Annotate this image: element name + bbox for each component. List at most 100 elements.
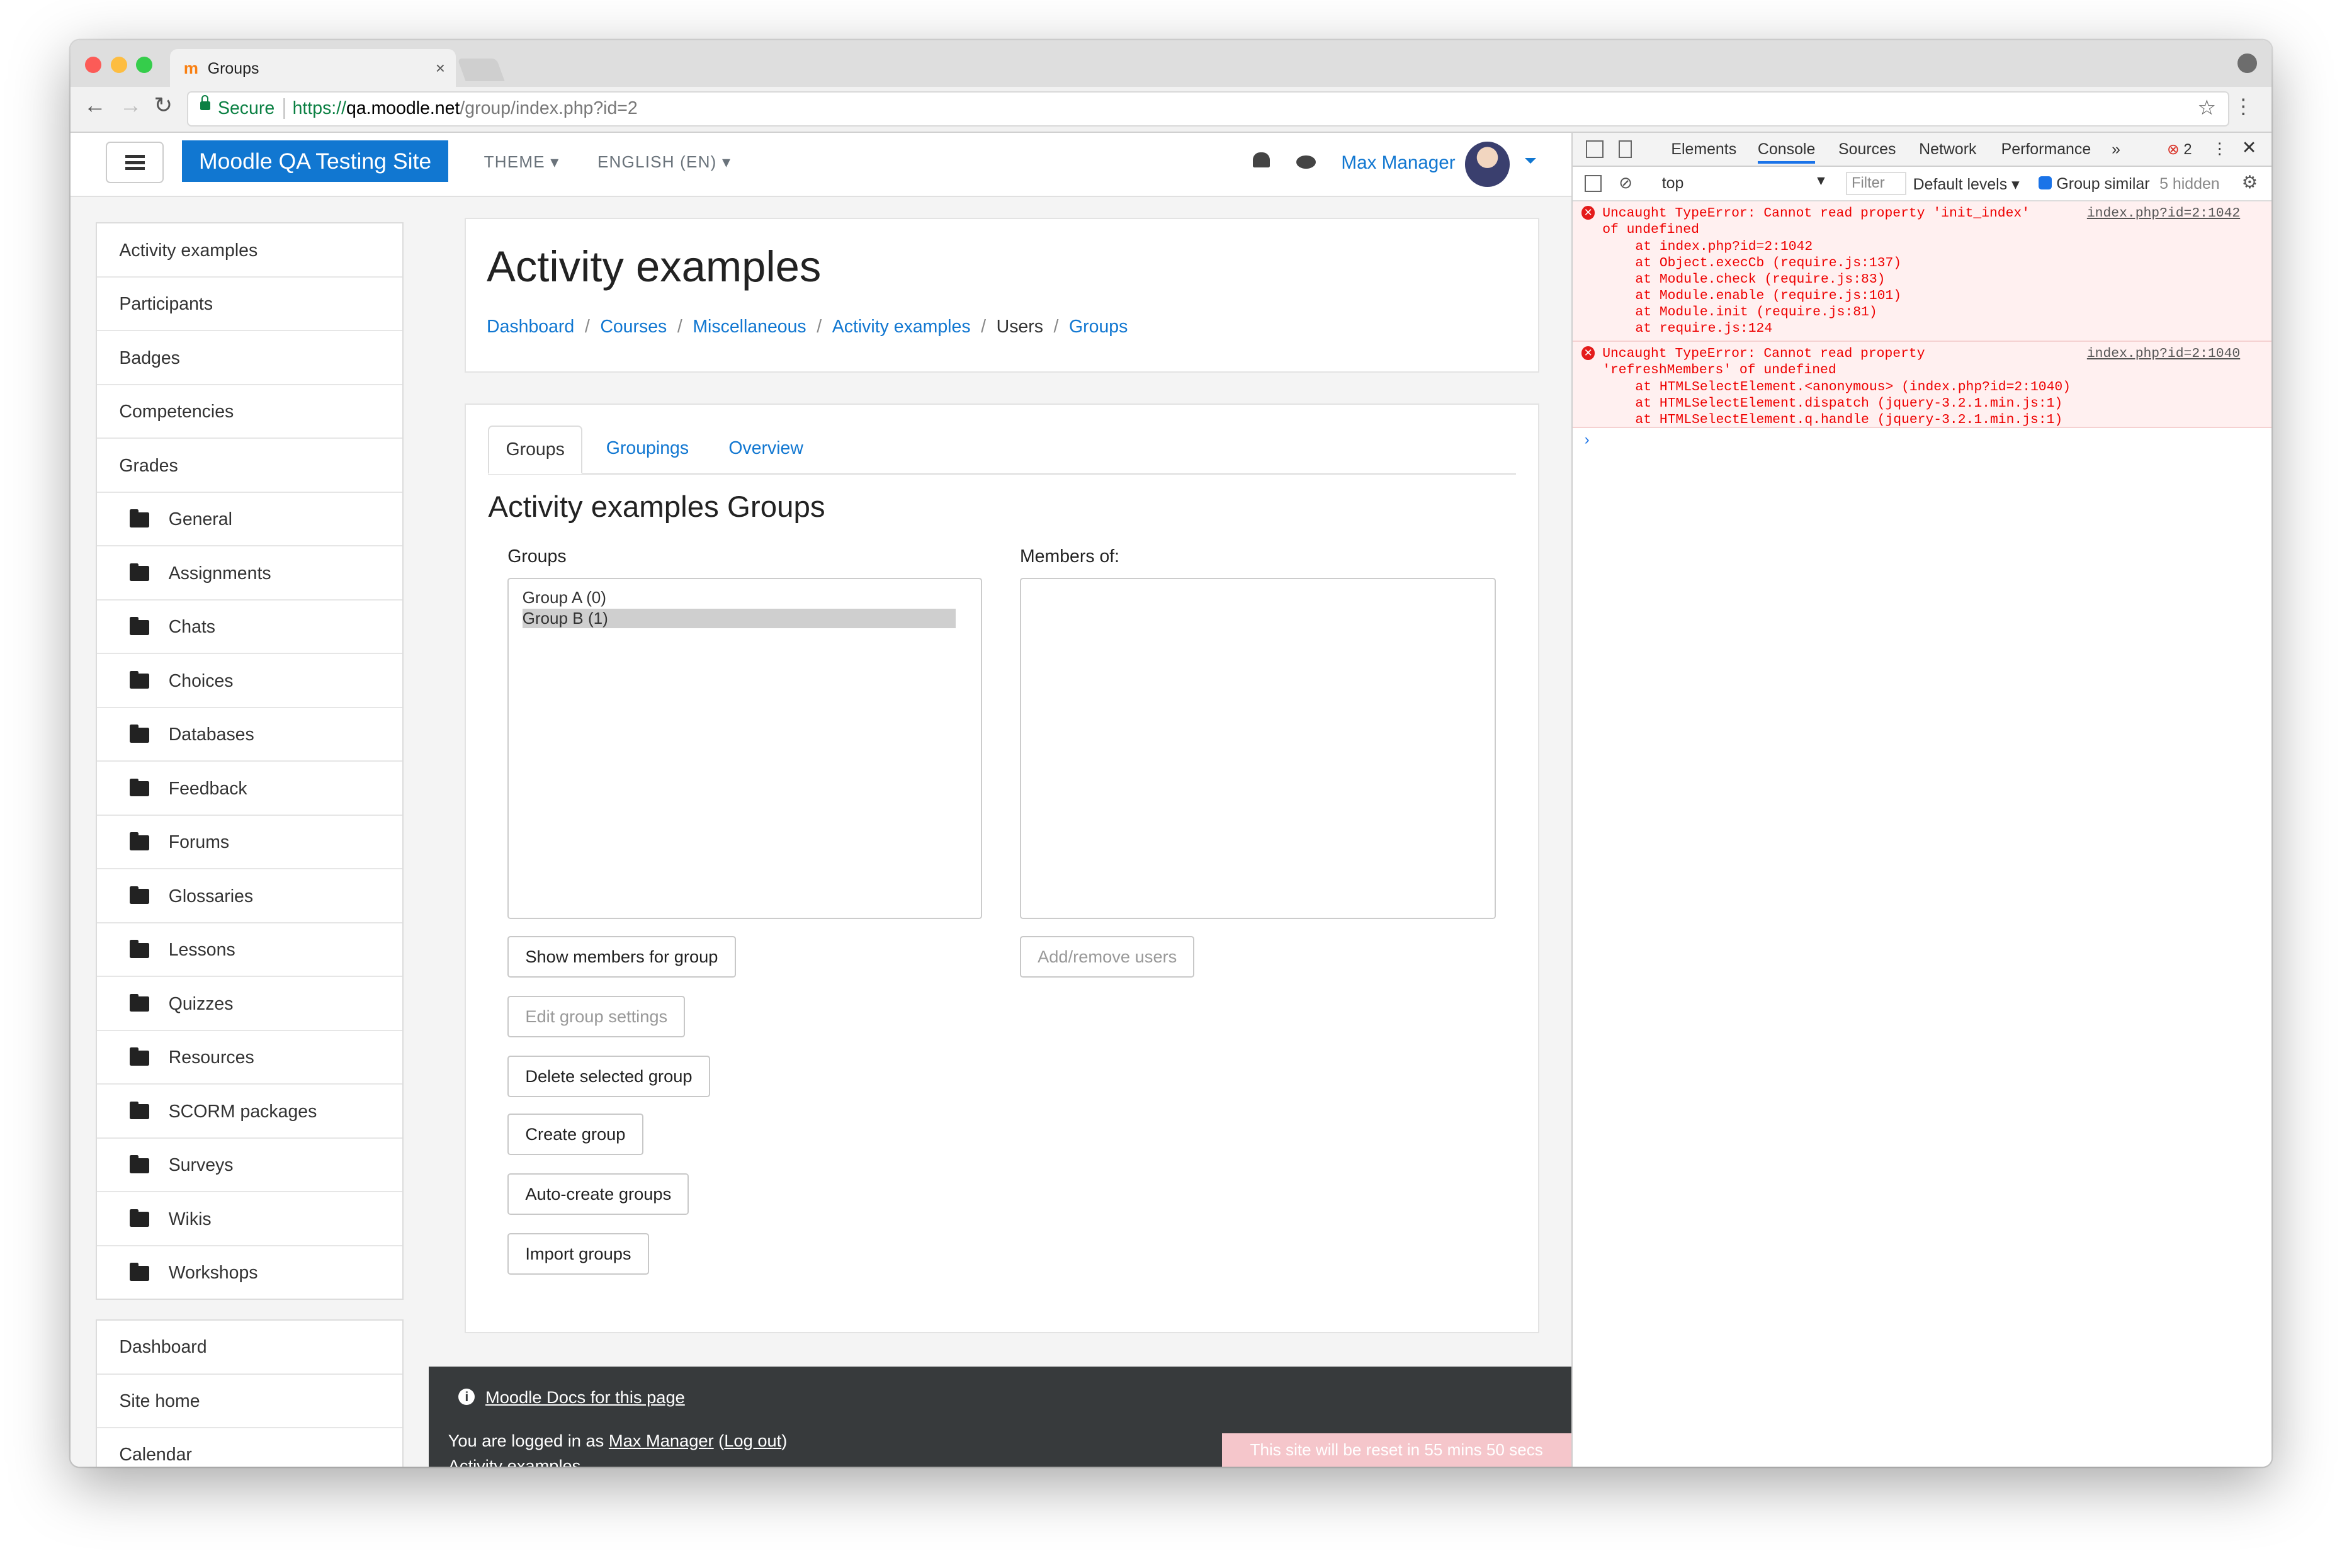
sidebar-item-grades[interactable]: Grades [96,439,402,493]
sidebar-item-competencies[interactable]: Competencies [96,385,402,439]
browser-menu-icon[interactable]: ⋮ [2233,94,2254,119]
browser-tab[interactable]: m Groups × [170,49,456,87]
account-icon[interactable] [2237,54,2257,74]
forward-icon[interactable]: → [120,93,142,118]
sidebar-item-participants[interactable]: Participants [96,278,402,332]
url-text[interactable]: https://qa.moodle.net/group/index.php?id… [293,98,638,119]
bookmark-star-icon[interactable]: ☆ [2197,95,2216,120]
clear-console-icon[interactable]: ⊘ [1619,173,1632,193]
group-option-selected[interactable]: Group B (1) [522,609,956,629]
page-title: Activity examples [487,242,822,291]
folder-icon [130,940,149,958]
language-menu[interactable]: ENGLISH (EN) ▾ [597,152,731,172]
folder-icon [130,563,149,582]
console-prompt[interactable]: › [1585,432,1590,449]
breadcrumb-miscellaneous[interactable]: Miscellaneous [693,317,806,337]
sidebar-item-forums[interactable]: Forums [96,816,402,870]
moodle-docs-link[interactable]: Moodle Docs for this page [485,1387,685,1407]
breadcrumb-groups[interactable]: Groups [1069,317,1128,337]
sidebar-item-surveys[interactable]: Surveys [96,1139,402,1193]
tab-overview[interactable]: Overview [728,426,803,472]
delete-group-button[interactable]: Delete selected group [507,1055,710,1097]
filter-input[interactable]: Filter [1845,171,1907,195]
sidebar-item-choices[interactable]: Choices [96,654,402,708]
close-devtools-icon[interactable]: ✕ [2242,137,2257,159]
group-similar-checkbox[interactable] [2038,176,2052,190]
close-tab-icon[interactable]: × [436,59,445,78]
avatar[interactable] [1465,142,1510,187]
footer-user-link[interactable]: Max Manager [609,1431,714,1450]
sidebar-item-site-home[interactable]: Site home [96,1375,402,1429]
add-remove-users-button[interactable]: Add/remove users [1019,936,1195,978]
back-icon[interactable]: ← [84,93,106,118]
theme-menu[interactable]: THEME ▾ [484,152,560,172]
tab-console[interactable]: Console [1757,140,1816,164]
nav-drawer: Activity examples Participants Badges Co… [95,222,404,1467]
sidebar-item-feedback[interactable]: Feedback [96,762,402,816]
device-toolbar-icon[interactable] [1619,140,1632,158]
more-tabs-icon[interactable]: » [2112,140,2120,159]
sidebar-item-badges[interactable]: Badges [96,331,402,385]
show-members-button[interactable]: Show members for group [507,936,736,978]
chevron-down-icon[interactable] [1525,158,1537,164]
notifications-bell-icon[interactable] [1253,152,1270,167]
console-error: ✕ Uncaught TypeError: Cannot read proper… [1572,201,2272,342]
levels-dropdown[interactable]: Default levels ▾ [1913,175,2020,194]
new-tab-button[interactable] [457,58,505,81]
inspect-element-icon[interactable] [1586,140,1604,158]
logout-link[interactable]: Log out [724,1431,781,1450]
context-select[interactable]: top ▼ [1656,171,1832,195]
footer-course-link[interactable]: Activity examples [448,1456,581,1467]
error-source-link[interactable]: index.php?id=2:1042 [2087,206,2240,221]
sidebar-item-chats[interactable]: Chats [96,601,402,655]
moodle-page: Moodle QA Testing Site THEME ▾ ENGLISH (… [70,133,1571,1467]
sidebar-item-assignments[interactable]: Assignments [96,546,402,601]
groups-card: Groups Groupings Overview Activity examp… [464,403,1540,1333]
sidebar-item-lessons[interactable]: Lessons [96,923,402,978]
tab-elements[interactable]: Elements [1671,140,1736,159]
tab-network[interactable]: Network [1919,140,1976,159]
create-group-button[interactable]: Create group [507,1114,643,1156]
reload-icon[interactable]: ↻ [154,93,173,118]
devtools-menu-icon[interactable]: ⋮ [2212,139,2227,158]
breadcrumb-activity-examples[interactable]: Activity examples [832,317,971,337]
minimize-window-button[interactable] [110,57,127,74]
user-menu-name[interactable]: Max Manager [1341,152,1455,174]
sidebar-item-glossaries[interactable]: Glossaries [96,869,402,923]
sidebar-item-quizzes[interactable]: Quizzes [96,977,402,1031]
edit-group-settings-button[interactable]: Edit group settings [507,995,686,1037]
breadcrumb-dashboard[interactable]: Dashboard [487,317,574,337]
members-select[interactable] [1019,577,1496,920]
tab-groupings[interactable]: Groupings [606,426,689,472]
sidebar-item-general[interactable]: General [96,493,402,547]
console-settings-gear-icon[interactable]: ⚙ [2242,172,2258,193]
sidebar-item-activity-examples[interactable]: Activity examples [96,223,402,278]
close-window-button[interactable] [85,57,102,74]
sidebar-item-dashboard[interactable]: Dashboard [96,1321,402,1375]
groups-select[interactable]: Group A (0) Group B (1) [507,577,982,920]
maximize-window-button[interactable] [135,57,152,74]
drawer-toggle-button[interactable] [106,142,164,184]
breadcrumb-courses[interactable]: Courses [600,317,667,337]
login-info: You are logged in as Max Manager (Log ou… [448,1430,788,1450]
tab-performance[interactable]: Performance [2001,140,2091,159]
tab-sources[interactable]: Sources [1838,140,1896,159]
sidebar-item-calendar[interactable]: Calendar [97,1428,402,1466]
sidebar-item-scorm[interactable]: SCORM packages [96,1085,402,1139]
error-source-link[interactable]: index.php?id=2:1040 [2087,346,2240,361]
tab-groups[interactable]: Groups [488,425,582,475]
devtools-tabbar: Elements Console Sources Network Perform… [1572,133,2272,167]
groups-label: Groups [507,546,567,567]
sidebar-item-wikis[interactable]: Wikis [96,1192,402,1246]
address-bar[interactable]: Secure https://qa.moodle.net/group/index… [186,91,2230,127]
sidebar-item-databases[interactable]: Databases [96,708,402,762]
sidebar-item-resources[interactable]: Resources [96,1031,402,1085]
messages-chat-icon[interactable] [1296,155,1316,169]
site-brand-link[interactable]: Moodle QA Testing Site [182,140,448,183]
group-option[interactable]: Group A (0) [523,588,606,607]
import-groups-button[interactable]: Import groups [507,1233,649,1275]
sidebar-item-workshops[interactable]: Workshops [97,1246,402,1299]
error-count-badge[interactable]: ⊗ 2 [2167,140,2192,159]
sidebar-toggle-icon[interactable] [1584,174,1602,193]
auto-create-groups-button[interactable]: Auto-create groups [507,1173,689,1215]
